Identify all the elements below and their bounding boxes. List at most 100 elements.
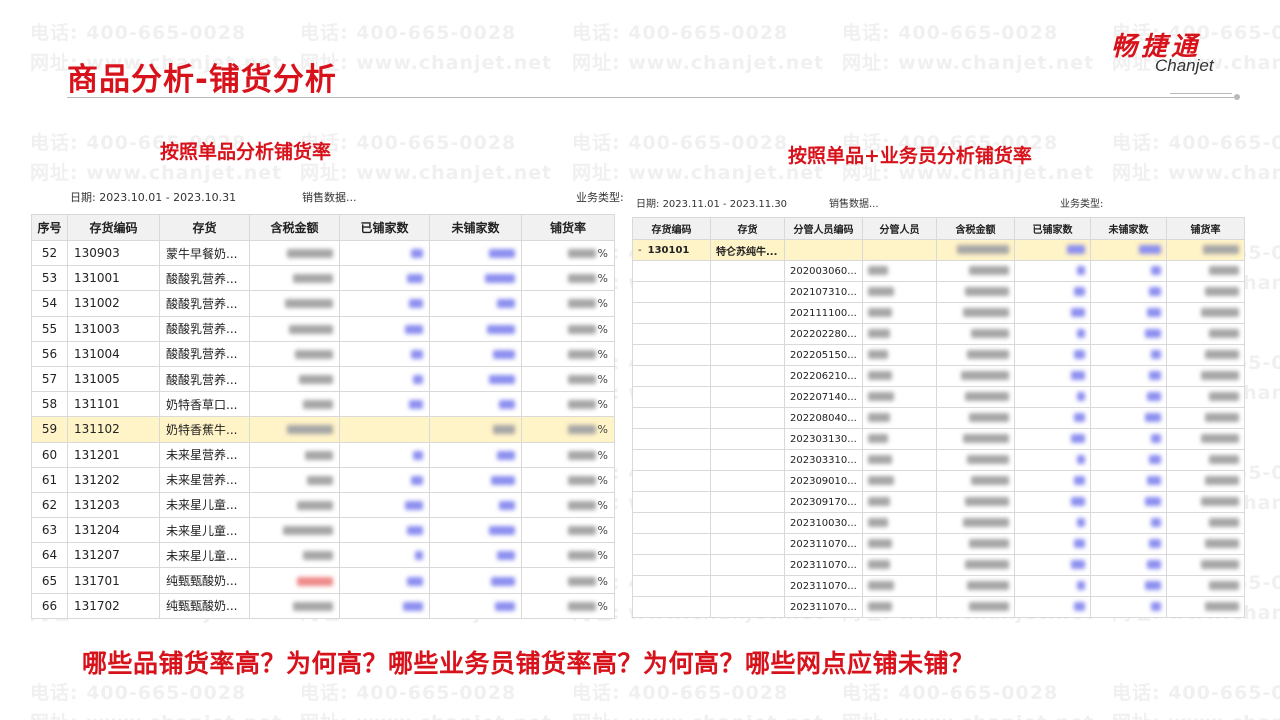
table-row[interactable]: 202207140... xyxy=(632,386,1245,408)
table-row[interactable]: 58 131101 奶特香草口...% xyxy=(31,391,615,418)
right-col-header[interactable]: 铺货率 xyxy=(1166,217,1245,240)
table-row[interactable]: 62 131203 未来星儿童...% xyxy=(31,491,615,519)
table-row[interactable]: 65 131701 纯甄甄酸奶...% xyxy=(31,567,615,594)
table-row[interactable]: 202311070... xyxy=(632,554,1245,576)
right-date-filter: 日期: 2023.11.01 - 2023.11.30 xyxy=(636,195,787,210)
redacted-value xyxy=(961,371,1009,380)
staff-code: 202311070... xyxy=(784,596,863,618)
table-row[interactable]: 202309010... xyxy=(632,470,1245,492)
table-row[interactable]: 202309170... xyxy=(632,491,1245,513)
table-row[interactable]: 59 131102 奶特香蕉牛...% xyxy=(31,416,615,443)
distribution-rate-cell: % xyxy=(521,315,615,342)
table-row[interactable]: 202003060... xyxy=(632,260,1245,282)
row-number: 52 xyxy=(31,239,68,267)
table-row[interactable]: 52 130903 蒙牛早餐奶...% xyxy=(31,239,615,267)
table-row[interactable]: 53 131001 酸酸乳营养...% xyxy=(31,265,615,292)
amount-cell xyxy=(249,365,340,393)
distribution-rate-cell xyxy=(1166,533,1245,555)
group-row[interactable]: -130101 特仑苏纯牛... xyxy=(632,239,1245,261)
redacted-value xyxy=(1074,539,1085,548)
page-title: 商品分析-铺货分析 xyxy=(67,62,337,98)
empty-name-cell xyxy=(710,596,785,618)
redacted-value xyxy=(1209,392,1239,401)
redacted-value xyxy=(965,287,1009,296)
table-row[interactable]: 63 131204 未来星儿童...% xyxy=(31,517,615,544)
undistributed-count-cell xyxy=(429,491,522,519)
percent-sign: % xyxy=(597,373,608,387)
undistributed-count-cell xyxy=(1090,596,1167,618)
distribution-rate-cell xyxy=(1166,302,1245,324)
redacted-value xyxy=(567,475,596,485)
right-col-header[interactable]: 分管人员 xyxy=(862,217,937,240)
item-name: 未来星儿童... xyxy=(159,517,250,544)
group-staff-cell xyxy=(862,239,937,261)
distribution-rate-cell: % xyxy=(521,416,615,443)
percent-sign: % xyxy=(597,322,608,336)
redacted-value xyxy=(497,450,515,460)
right-col-header[interactable]: 已铺家数 xyxy=(1014,217,1091,240)
redacted-value xyxy=(567,601,596,611)
group-code-text: 130101 xyxy=(647,244,690,256)
empty-name-cell xyxy=(710,533,785,555)
amount-cell xyxy=(936,281,1015,303)
item-code: 131003 xyxy=(67,315,160,342)
table-row[interactable]: 54 131002 酸酸乳营养...% xyxy=(31,290,615,317)
left-col-header[interactable]: 存货编码 xyxy=(67,214,160,241)
table-row[interactable]: 202311070... xyxy=(632,575,1245,597)
title-divider xyxy=(67,97,1237,98)
redacted-value xyxy=(1201,371,1239,380)
redacted-value xyxy=(1201,434,1239,443)
right-col-header[interactable]: 存货 xyxy=(710,217,785,240)
redacted-value xyxy=(567,551,596,561)
table-row[interactable]: 56 131004 酸酸乳营养...% xyxy=(31,340,615,367)
table-row[interactable]: 55 131003 酸酸乳营养...% xyxy=(31,315,615,342)
table-row[interactable]: 202311070... xyxy=(632,533,1245,555)
right-col-header[interactable]: 含税金额 xyxy=(936,217,1015,240)
table-row[interactable]: 61 131202 未来星营养...% xyxy=(31,466,615,493)
table-row[interactable]: 202206210... xyxy=(632,365,1245,387)
table-row[interactable]: 202311070... xyxy=(632,596,1245,618)
distributed-count-cell xyxy=(339,542,430,569)
distribution-rate-cell: % xyxy=(521,290,615,317)
table-row[interactable]: 202111100... xyxy=(632,302,1245,324)
distributed-count-cell xyxy=(339,517,430,544)
distributed-count-cell xyxy=(339,365,430,393)
left-col-header[interactable]: 存货 xyxy=(159,214,250,241)
redacted-value xyxy=(1145,497,1161,506)
expand-collapse-icon[interactable]: - xyxy=(638,245,642,256)
left-col-header[interactable]: 序号 xyxy=(31,214,68,241)
right-col-header[interactable]: 存货编码 xyxy=(632,217,711,240)
redacted-value xyxy=(411,249,423,259)
empty-code-cell xyxy=(632,491,711,513)
distributed-count-cell xyxy=(1014,323,1091,345)
left-col-header[interactable]: 含税金额 xyxy=(249,214,340,241)
business-type-label: 业务类型: xyxy=(576,191,624,204)
amount-cell xyxy=(249,466,340,493)
left-date-value: 2023.10.01 - 2023.10.31 xyxy=(99,191,237,204)
left-panel-subtitle: 按照单品分析铺货率 xyxy=(160,141,332,163)
table-row[interactable]: 64 131207 未来星儿童...% xyxy=(31,542,615,569)
redacted-value xyxy=(1151,434,1161,443)
right-col-header[interactable]: 分管人员编码 xyxy=(784,217,863,240)
table-row[interactable]: 57 131005 酸酸乳营养...% xyxy=(31,365,615,393)
empty-code-cell xyxy=(632,281,711,303)
left-col-header[interactable]: 已铺家数 xyxy=(339,214,430,241)
table-row[interactable]: 66 131702 纯甄甄酸奶...% xyxy=(31,592,615,619)
redacted-value xyxy=(1074,350,1085,359)
undistributed-count-cell xyxy=(1090,449,1167,471)
amount-cell xyxy=(936,386,1015,408)
table-row[interactable]: 202107310... xyxy=(632,281,1245,303)
distribution-rate-cell: % xyxy=(521,239,615,267)
right-col-header[interactable]: 未铺家数 xyxy=(1090,217,1167,240)
table-row[interactable]: 202310030... xyxy=(632,512,1245,534)
table-row[interactable]: 202303130... xyxy=(632,428,1245,450)
table-row[interactable]: 202202280... xyxy=(632,323,1245,345)
table-row[interactable]: 202303310... xyxy=(632,449,1245,471)
redacted-value xyxy=(868,539,892,548)
redacted-value xyxy=(868,602,892,611)
table-row[interactable]: 202205150... xyxy=(632,344,1245,366)
table-row[interactable]: 202208040... xyxy=(632,407,1245,429)
table-row[interactable]: 60 131201 未来星营养...% xyxy=(31,441,615,468)
left-col-header[interactable]: 铺货率 xyxy=(521,214,615,241)
left-col-header[interactable]: 未铺家数 xyxy=(429,214,522,241)
